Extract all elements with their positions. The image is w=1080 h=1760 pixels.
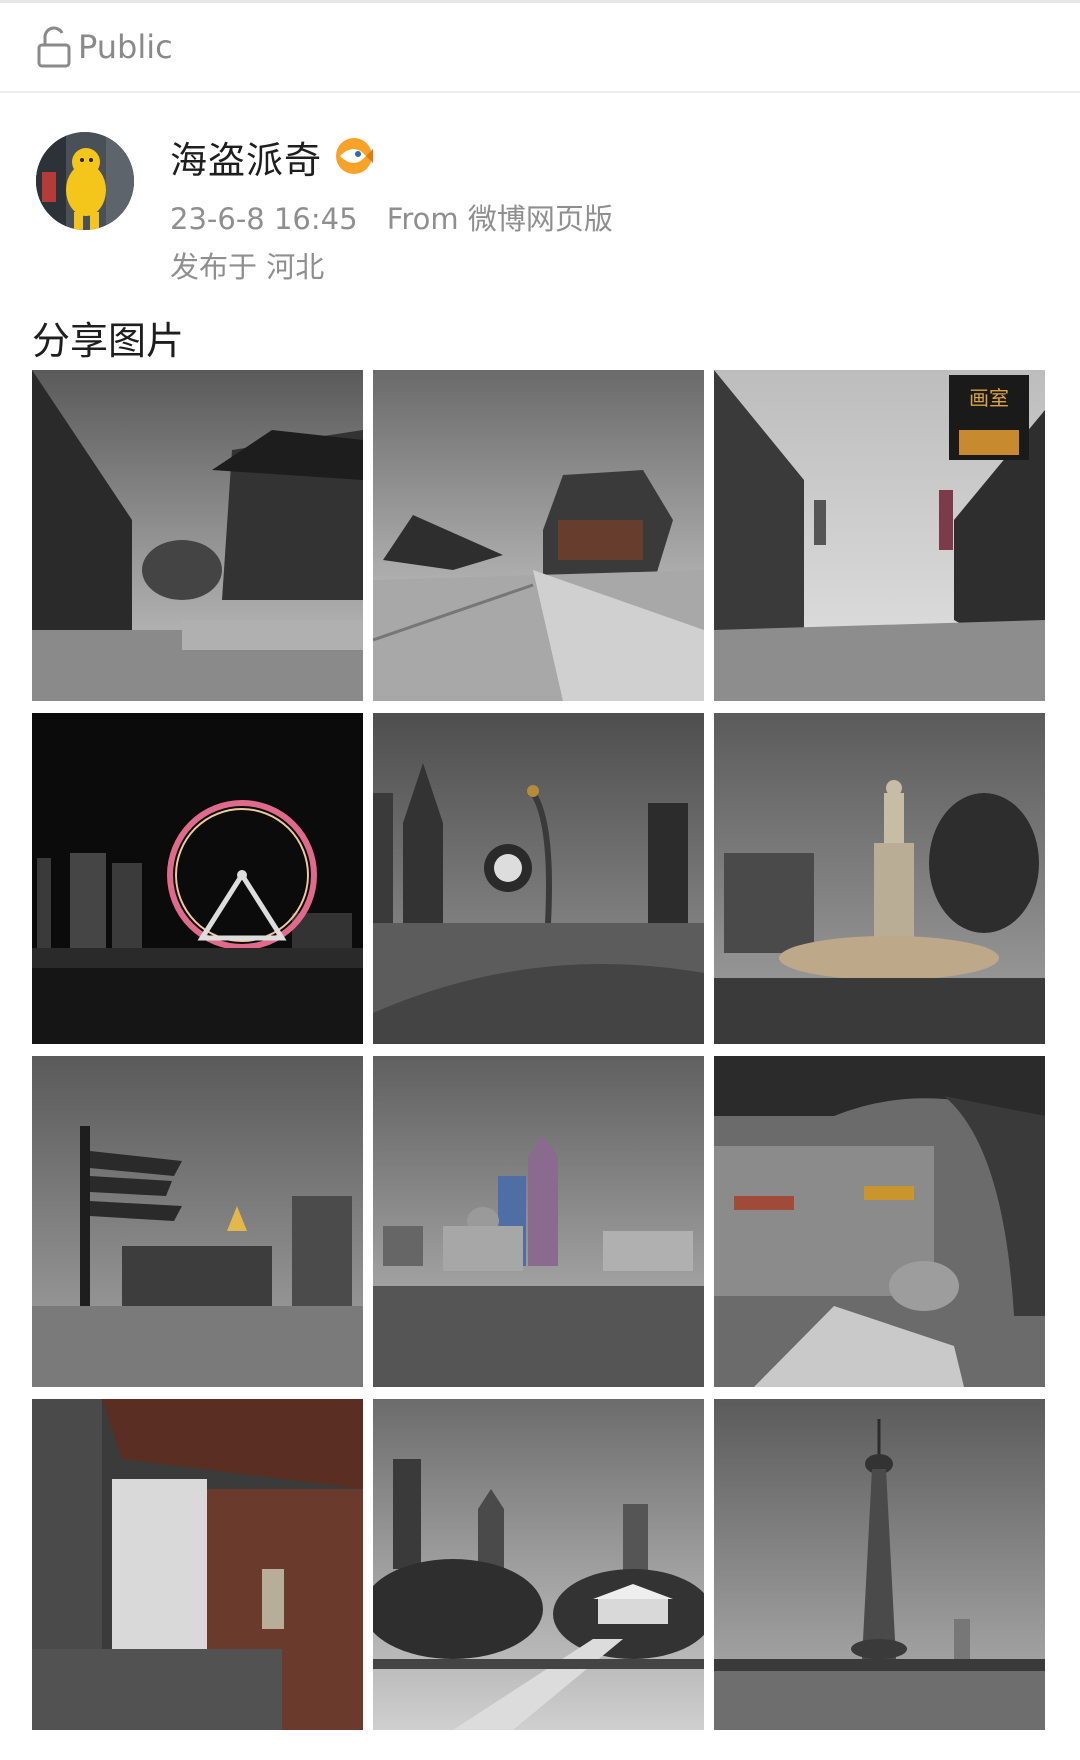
photo-ferris-wheel-night[interactable] bbox=[32, 713, 363, 1044]
photo-statue-fountain[interactable] bbox=[714, 713, 1045, 1044]
photo-clock-sculpture[interactable] bbox=[373, 713, 704, 1044]
post-timestamp: 23-6-8 16:45 bbox=[170, 202, 358, 236]
photo-porcelain-house-interior[interactable] bbox=[32, 1399, 363, 1730]
post-source[interactable]: From 微博网页版 bbox=[387, 202, 613, 236]
user-name[interactable]: 海盗派奇 bbox=[170, 130, 322, 184]
post-meta: 23-6-8 16:45 From 微博网页版 bbox=[170, 196, 633, 238]
photo-modern-building-walkway[interactable] bbox=[373, 370, 704, 701]
photo-old-street[interactable]: 画室 bbox=[714, 370, 1045, 701]
avatar[interactable] bbox=[36, 132, 134, 230]
photo-park-skyline[interactable] bbox=[373, 1399, 704, 1730]
visibility-label: Public bbox=[78, 28, 173, 66]
fish-badge-icon bbox=[336, 138, 373, 174]
photo-domed-building-skyline[interactable] bbox=[373, 1056, 704, 1387]
shop-sign: 画室 bbox=[969, 386, 1009, 410]
post-header: 海盗派奇 23-6-8 16:45 From 微博网页版 发布于 河北 bbox=[0, 118, 1080, 288]
photo-signpost-plaza[interactable] bbox=[32, 1056, 363, 1387]
photo-grid: 画室 bbox=[32, 370, 1045, 1730]
photo-temple-courtyard[interactable] bbox=[32, 370, 363, 701]
visibility-bar[interactable]: Public bbox=[0, 3, 1080, 93]
photo-tv-tower[interactable] bbox=[714, 1399, 1045, 1730]
section-title: 分享图片 bbox=[32, 319, 185, 363]
unlock-icon bbox=[37, 26, 71, 68]
post-location: 发布于 河北 bbox=[170, 250, 325, 284]
photo-arcade-market[interactable] bbox=[714, 1056, 1045, 1387]
